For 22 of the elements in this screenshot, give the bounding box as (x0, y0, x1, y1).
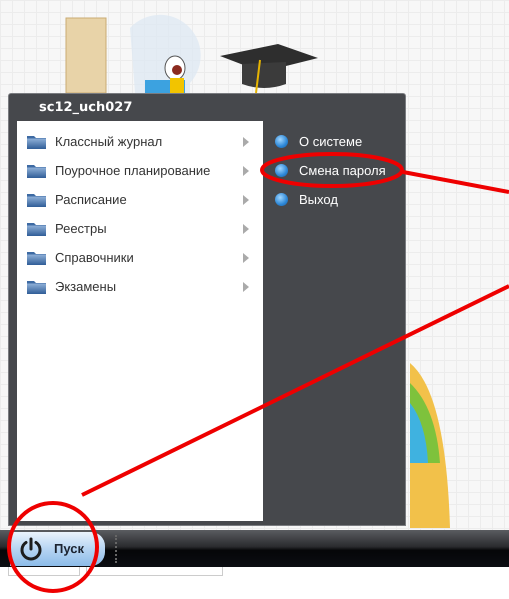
menu-item-label[interactable]: Смена пароля (299, 163, 405, 178)
folder-icon (26, 250, 46, 264)
folder-icon (26, 280, 46, 294)
bullet-icon (274, 193, 288, 206)
status-field (8, 567, 80, 576)
folder-icon (26, 164, 46, 178)
folder-icon (26, 192, 46, 206)
user-name: sc12_uch027 (39, 100, 132, 115)
menu-item-label[interactable]: Экзамены (55, 279, 243, 294)
bullet-icon (274, 135, 288, 148)
menu-item-label[interactable]: Выход (299, 192, 405, 207)
menu-item-label[interactable]: Реестры (55, 221, 243, 236)
power-icon (18, 536, 44, 562)
menu-item-label[interactable]: Поурочное планирование (55, 163, 243, 178)
start-button[interactable]: Пуск (10, 532, 105, 566)
bullet-icon (274, 164, 288, 177)
menu-item-label[interactable]: Классный журнал (55, 134, 243, 149)
menu-item-label[interactable]: О системе (299, 134, 405, 149)
menu-item-label[interactable]: Расписание (55, 192, 243, 207)
folder-icon (26, 134, 46, 148)
menu-item-label[interactable]: Справочники (55, 250, 243, 265)
folder-icon (26, 222, 46, 236)
